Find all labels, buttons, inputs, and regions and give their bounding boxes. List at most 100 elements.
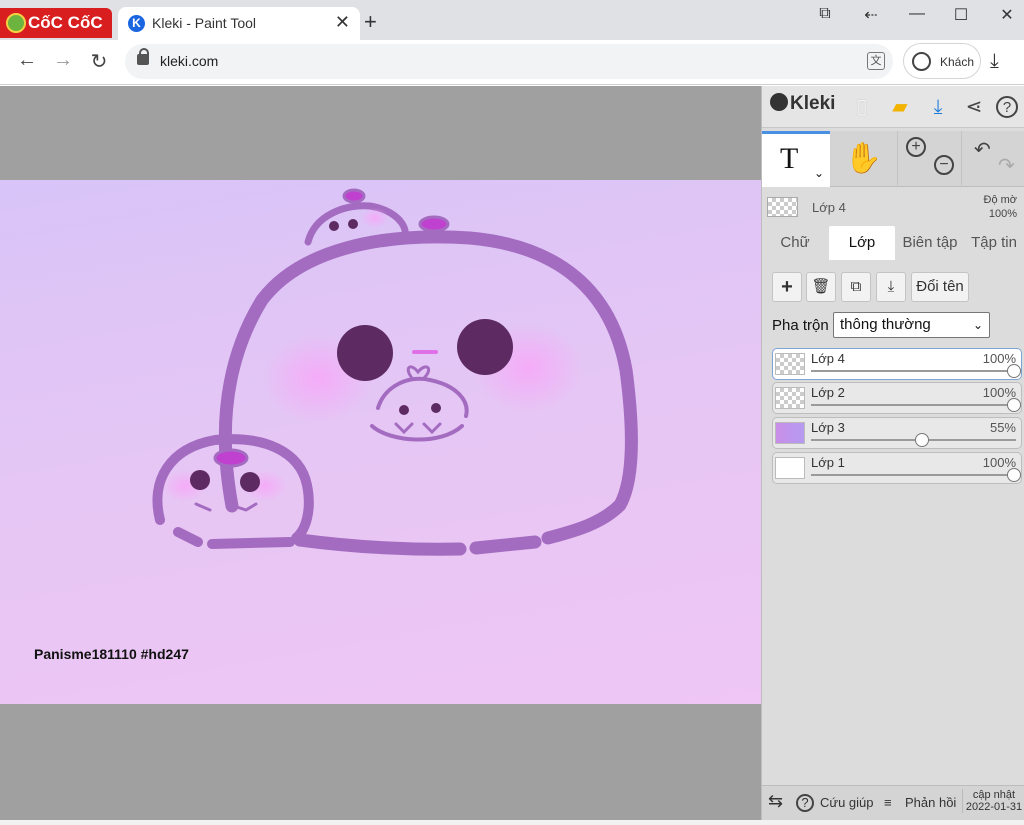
belly-baby-bow (406, 365, 431, 380)
artist-signature: Panisme181110 #hd247 (34, 646, 189, 662)
new-file-icon[interactable]: ▯ (848, 93, 876, 121)
opacity-slider-track[interactable] (811, 404, 1016, 406)
layers-pane: + 🗑 ⧉ ⤓ Đổi tên Pha trộn thông thường ⌄ … (762, 260, 1024, 790)
opacity-slider-knob[interactable] (1007, 398, 1021, 412)
left-baby-eye-r (240, 472, 260, 492)
browser-toolbar: ← → ↻ kleki.com 文 Khách ⤓ (0, 40, 1024, 85)
bottom-strip (0, 820, 1024, 825)
cast-icon[interactable]: ⧉ (810, 5, 840, 23)
merge-down-button[interactable]: ⤓ (876, 272, 906, 302)
address-bar[interactable]: kleki.com 文 (125, 44, 893, 79)
layer-name: Lớp 2 (811, 385, 845, 400)
lock-icon[interactable] (137, 48, 149, 65)
opacity-slider-knob[interactable] (1007, 364, 1021, 378)
layer-name: Lớp 4 (811, 351, 845, 366)
share-icon[interactable]: ⋖ (960, 93, 988, 121)
zoom-in-icon[interactable]: + (906, 137, 926, 157)
big-left-eye (337, 325, 393, 381)
help-icon[interactable]: ? (996, 96, 1018, 118)
layer-name: Lớp 3 (811, 420, 845, 435)
kleki-favicon-icon: K (128, 15, 145, 32)
delete-layer-button[interactable]: 🗑 (806, 272, 836, 302)
panel-header: Kleki ▯ ▰ ⤓ ⋖ ? (762, 86, 1024, 128)
left-baby-eye-l (190, 470, 210, 490)
minimize-icon[interactable]: — (902, 5, 932, 23)
opacity-slider-knob[interactable] (1007, 468, 1021, 482)
undo-icon[interactable]: ↶ (974, 137, 991, 162)
coccoc-logo[interactable]: CốC CốC (0, 8, 112, 38)
top-baby-bow (342, 188, 366, 204)
drawing-canvas[interactable]: Panisme181110 #hd247 (0, 180, 761, 704)
duplicate-layer-button[interactable]: ⧉ (841, 272, 871, 302)
tab-search-icon[interactable]: ⇠ (856, 5, 886, 25)
blend-mode-label: Pha trộn (772, 317, 829, 334)
browser-tab-kleki[interactable]: K Kleki - Paint Tool ✕ (118, 7, 360, 40)
update-info[interactable]: cập nhật 2022-01-31 (962, 789, 1024, 813)
chevron-down-icon: ⌄ (972, 318, 983, 332)
opacity-slider-track[interactable] (811, 439, 1016, 441)
translate-icon[interactable]: 文 (867, 52, 885, 70)
layer-row[interactable]: Lớp 2 100% (772, 382, 1022, 414)
update-label: cập nhật (972, 789, 1016, 801)
rename-layer-button[interactable]: Đổi tên (911, 272, 969, 302)
big-seal-bottom-1 (469, 535, 542, 555)
panel-tabs: Chữ Lớp Biên tập Tập tin (762, 226, 1024, 260)
big-seal-bottom-2 (293, 533, 467, 556)
undo-redo-buttons: ↶ ↷ (961, 131, 1024, 187)
opacity-slider-track[interactable] (811, 370, 1016, 372)
forward-arrow-icon[interactable]: → (50, 49, 76, 72)
tab-layers[interactable]: Lớp (829, 226, 895, 260)
top-right-bow (418, 215, 450, 233)
download-icon[interactable]: ⤓ (924, 93, 952, 121)
feedback-icon[interactable]: ≡ (884, 795, 892, 810)
tab-edit[interactable]: Biên tập (897, 226, 963, 260)
opacity-slider-knob[interactable] (914, 433, 929, 447)
opacity-value: 100% (988, 208, 1017, 220)
download-icon[interactable]: ⤓ (990, 50, 999, 73)
tab-close-button[interactable]: ✕ (335, 12, 350, 33)
zoom-out-icon[interactable]: − (934, 155, 954, 175)
close-icon[interactable]: ✕ (992, 5, 1022, 25)
zoom-buttons: + − (897, 131, 961, 187)
layer-row[interactable]: Lớp 3 55% (772, 417, 1022, 449)
text-tool-button[interactable]: T ⌄ (762, 131, 830, 187)
blend-mode-select[interactable]: thông thường ⌄ (833, 312, 990, 338)
back-arrow-icon[interactable]: ← (14, 49, 40, 72)
maximize-icon[interactable]: ☐ (946, 5, 976, 25)
layer-thumbnail (775, 457, 805, 479)
canvas-workspace[interactable]: Panisme181110 #hd247 (0, 86, 761, 820)
kleki-logo-text: Kleki (790, 93, 836, 114)
seal-drawing (152, 188, 638, 556)
chevron-down-icon[interactable]: ⌄ (814, 166, 824, 180)
top-baby-blush (361, 208, 389, 228)
redo-icon[interactable]: ↷ (998, 153, 1015, 178)
add-layer-button[interactable]: + (772, 272, 802, 302)
big-right-eye (457, 319, 513, 375)
top-baby-eye-r (348, 219, 358, 229)
help-link[interactable]: Cứu giúp (820, 795, 874, 810)
swap-side-icon[interactable]: ⇆ (768, 791, 783, 812)
reload-icon[interactable]: ↻ (86, 49, 112, 74)
kleki-logo[interactable]: Kleki (770, 93, 835, 115)
new-tab-button[interactable]: + (364, 9, 377, 35)
layer-row[interactable]: Lớp 1 100% (772, 452, 1022, 484)
layer-thumbnail (775, 387, 805, 409)
current-layer-name: Lớp 4 (812, 200, 846, 215)
feedback-link[interactable]: Phản hồi (905, 795, 956, 810)
layer-name: Lớp 1 (811, 455, 845, 470)
guest-profile-button[interactable]: Khách (903, 43, 981, 79)
belly-baby-outline (370, 376, 469, 442)
layer-row[interactable]: Lớp 4 100% (772, 348, 1022, 380)
tab-text[interactable]: Chữ (762, 226, 828, 260)
open-folder-icon[interactable]: ▰ (886, 93, 914, 121)
coccoc-leaf-icon (6, 13, 26, 33)
left-baby-bottom (173, 527, 295, 549)
url-text[interactable]: kleki.com (160, 53, 218, 69)
help-circle-icon[interactable]: ? (796, 794, 814, 812)
browser-tab-bar: CốC CốC K Kleki - Paint Tool ✕ + ⧉ ⇠ — ☐… (0, 0, 1024, 40)
blend-mode-value: thông thường (840, 316, 931, 333)
opacity-slider-track[interactable] (811, 474, 1016, 476)
tool-row: T ⌄ ✋ + − ↶ ↷ (762, 131, 1024, 187)
hand-tool-button[interactable]: ✋ (830, 131, 897, 187)
tab-file[interactable]: Tập tin (963, 226, 1024, 260)
